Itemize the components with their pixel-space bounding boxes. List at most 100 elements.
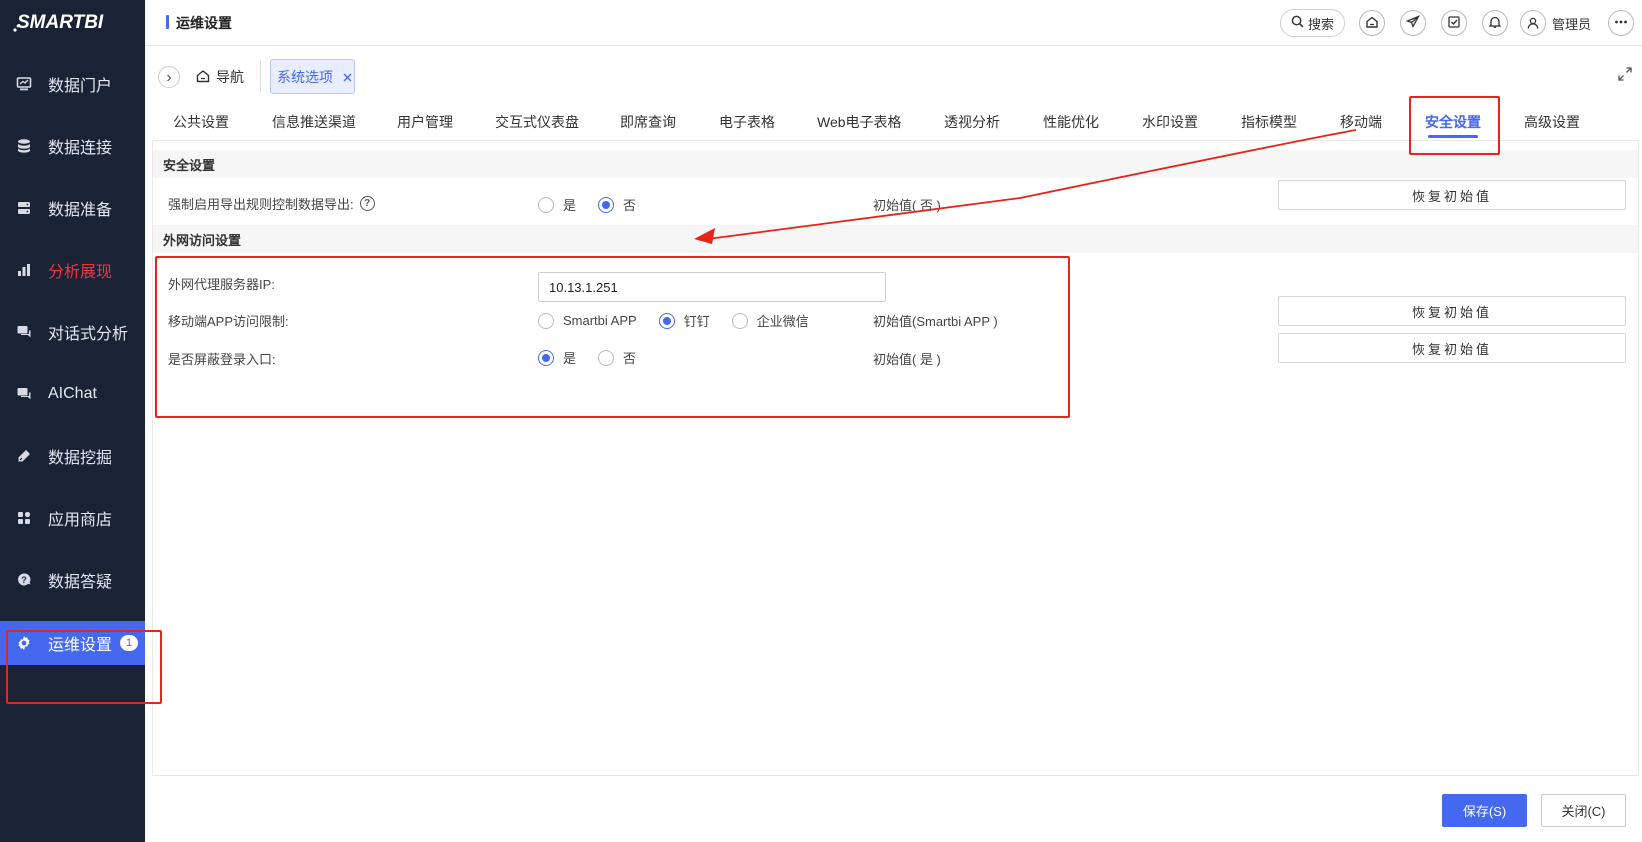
gear-icon: [0, 635, 48, 651]
close-button[interactable]: 关闭(C): [1541, 794, 1626, 827]
hide-login-label: 是否屏蔽登录入口:: [168, 352, 276, 367]
tab-push-channel[interactable]: 信息推送渠道: [272, 112, 356, 132]
sidebar-item-analysis[interactable]: 分析展现: [0, 248, 145, 292]
database-icon: [0, 138, 48, 154]
radio-wecom[interactable]: 企业微信: [731, 311, 809, 330]
sidebar-item-label: 数据挖掘: [48, 450, 113, 467]
sidebar-item-data-qa[interactable]: ? 数据答疑: [0, 558, 145, 602]
proxy-ip-label: 外网代理服务器IP:: [168, 277, 275, 292]
radio-export-yes[interactable]: 是: [538, 195, 576, 214]
radio-export-no[interactable]: 否: [598, 195, 636, 214]
tab-navigation[interactable]: 导航: [196, 64, 244, 90]
home-button[interactable]: [1359, 10, 1385, 36]
notifications-button[interactable]: [1482, 10, 1508, 36]
tab-performance[interactable]: 性能优化: [1043, 112, 1099, 132]
sidebar-item-label: 数据答疑: [48, 574, 113, 591]
chat-icon: [0, 386, 48, 402]
radio-label: 钉钉: [683, 314, 710, 329]
save-button[interactable]: 保存(S): [1442, 794, 1527, 827]
tab-label: 导航: [216, 69, 244, 85]
search-button[interactable]: 搜索: [1280, 9, 1345, 37]
help-icon[interactable]: ?: [359, 196, 375, 211]
reset-mobile-limit-button[interactable]: 恢复初始值: [1278, 296, 1626, 326]
radio-label: 是: [563, 198, 577, 213]
sidebar-item-label: 运维设置: [48, 637, 113, 654]
svg-text:?: ?: [21, 575, 27, 585]
sidebar-item-label: 对话式分析: [48, 326, 129, 343]
sidebar-item-ops-settings[interactable]: 运维设置 1: [0, 621, 145, 665]
sidebar-item-aichat[interactable]: AIChat: [0, 372, 145, 416]
tab-pivot-analysis[interactable]: 透视分析: [944, 112, 1000, 132]
tab-mobile[interactable]: 移动端: [1340, 112, 1382, 132]
title-accent-bar: [166, 15, 169, 29]
mobile-limit-label: 移动端APP访问限制:: [168, 314, 289, 329]
proxy-ip-input[interactable]: [538, 272, 886, 302]
more-button[interactable]: [1608, 10, 1634, 36]
sidebar-item-app-store[interactable]: 应用商店: [0, 496, 145, 540]
tab-advanced-settings[interactable]: 高级设置: [1524, 112, 1580, 132]
tab-watermark[interactable]: 水印设置: [1142, 112, 1198, 132]
more-icon: [1614, 15, 1628, 32]
user-menu[interactable]: 管理员: [1520, 10, 1591, 36]
sidebar-item-label: 应用商店: [48, 512, 113, 529]
tab-interactive-dashboard[interactable]: 交互式仪表盘: [495, 112, 579, 132]
radio-hide-login-yes[interactable]: 是: [538, 348, 576, 367]
home-icon: [196, 69, 210, 86]
sidebar-item-data-mining[interactable]: 数据挖掘: [0, 434, 145, 478]
radio-hide-login-no[interactable]: 否: [598, 348, 636, 367]
export-rule-initial-value: 初始值( 否 ): [873, 198, 941, 213]
tab-spreadsheet[interactable]: 电子表格: [719, 112, 775, 132]
tasks-button[interactable]: [1441, 10, 1467, 36]
mobile-limit-initial-value: 初始值(Smartbi APP ): [873, 314, 998, 329]
sidebar-item-data-connect[interactable]: 数据连接: [0, 124, 145, 168]
search-label: 搜索: [1307, 16, 1334, 32]
user-icon: [1520, 10, 1546, 36]
tab-web-spreadsheet[interactable]: Web电子表格: [817, 112, 902, 132]
smartbi-logo[interactable]: SMARTBI: [13, 8, 133, 34]
radio-dingtalk[interactable]: 钉钉: [658, 311, 710, 330]
radio-label: Smartbi APP: [563, 313, 637, 328]
expand-sidebar-button[interactable]: [158, 66, 180, 88]
sidebar-item-data-prep[interactable]: 数据准备: [0, 186, 145, 230]
tab-divider: [260, 60, 261, 92]
close-icon[interactable]: [343, 69, 352, 85]
paper-plane-icon: [1405, 14, 1420, 32]
send-button[interactable]: [1400, 10, 1426, 36]
sidebar-item-conversational[interactable]: 对话式分析: [0, 310, 145, 354]
monitor-icon: [0, 76, 48, 92]
radio-circle-checked: [598, 196, 615, 213]
sidebar-item-label: AIChat: [48, 385, 97, 402]
tab-user-management[interactable]: 用户管理: [397, 112, 453, 132]
sidebar-item-data-portal[interactable]: 数据门户: [0, 62, 145, 106]
mobile-limit-radio-group: Smartbi APP 钉钉 企业微信: [538, 311, 831, 330]
server-icon: [0, 200, 48, 216]
radio-label: 否: [623, 351, 637, 366]
tab-metric-model[interactable]: 指标模型: [1241, 112, 1297, 132]
export-rule-radio-group: 是 否: [538, 195, 658, 214]
bell-icon: [1488, 15, 1502, 32]
question-icon: ?: [0, 572, 48, 588]
top-header: 运维设置 搜索 管理员: [145, 0, 1642, 46]
section-header-security: 安全设置: [153, 150, 1638, 178]
reset-export-rule-button[interactable]: 恢复初始值: [1278, 180, 1626, 210]
chat-icon: [0, 324, 48, 340]
page-title: 运维设置: [176, 15, 232, 31]
radio-label: 企业微信: [756, 314, 809, 329]
hide-login-initial-value: 初始值( 是 ): [873, 352, 941, 367]
sidebar-item-label: 数据准备: [48, 202, 113, 219]
tab-label: 系统选项: [277, 68, 333, 85]
active-tab-indicator: [1428, 135, 1478, 138]
search-icon: [1291, 15, 1304, 31]
tab-public-settings[interactable]: 公共设置: [173, 112, 229, 132]
fullscreen-icon[interactable]: [1617, 66, 1633, 85]
reset-hide-login-button[interactable]: 恢复初始值: [1278, 333, 1626, 363]
pickaxe-icon: [0, 448, 48, 464]
chevron-right-icon: [165, 69, 173, 85]
radio-label: 否: [623, 198, 637, 213]
user-name: 管理员: [1552, 16, 1592, 32]
tab-system-options[interactable]: 系统选项: [270, 59, 355, 94]
tab-security-settings[interactable]: 安全设置: [1425, 112, 1481, 132]
sidebar: SMARTBI 数据门户 数据连接 数据准备 分析展现 对话式分析 AIChat…: [0, 0, 145, 842]
tab-adhoc-query[interactable]: 即席查询: [620, 112, 676, 132]
radio-smartbi-app[interactable]: Smartbi APP: [538, 312, 637, 329]
